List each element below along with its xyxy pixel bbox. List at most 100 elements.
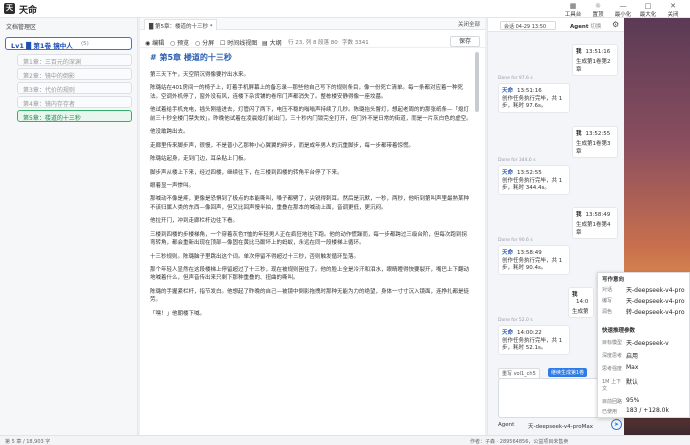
mode-split-label: 分屏 [202,40,215,47]
chapter-item[interactable]: 第1章：三百元的深渊 [17,54,132,66]
chapter-item[interactable]: 第3章：代价的规则 [17,82,132,94]
tab-bar: █ 第5章：楼道的十三秒 * 关闭全部 [140,18,485,30]
save-button[interactable]: 保存 [450,36,480,47]
agent-sub-label: 切换 [590,24,602,30]
gear-icon[interactable]: ⚙ [612,20,619,29]
message-text: 生成第 [572,309,589,315]
timeline-view-checkbox[interactable]: ☐ 时间线视图 [220,38,257,47]
sender-name: 天命 [502,170,514,176]
menu-key: 1M 上下文 [602,379,622,392]
message-time: 14:00:22 [517,330,542,336]
app-title: 天命 [19,6,38,16]
menu-value: Max [626,364,639,371]
outline-toggle[interactable]: ▤ 大纲 [262,38,282,47]
menu-value: 转-deepseek-v4-pro [626,309,685,316]
chapter-item[interactable]: 第4章：镜内存存者 [17,96,132,108]
outline-label: 大纲 [269,40,282,47]
message-time: 13:58:49 [517,250,542,256]
chapter-item-active[interactable]: 第5章：楼道的十三秒 [17,110,132,122]
message-text: 生成第1卷第2章 [576,59,611,73]
paragraph: 陈璐的手握紧栏杆，指节发白。他想起了昨晚的自己—被镜中倒影拖拽时那种无能为力的绝… [150,288,470,304]
maximize-icon: □ [644,2,652,10]
menu-value: 天-deepseek-v4-pro [626,287,685,294]
user-message: 我 13:52:55 生成第1卷第3章 [572,126,618,158]
menu-title: 写作意向 [602,277,625,283]
workbench-button[interactable]: ▦ 工具台 [560,2,586,18]
agent-bottom-bar: Agent 天-deepseek-v4-proMax ➤ [488,418,625,434]
agent-label: Agent [570,24,589,30]
message-time: 13:52:55 [517,170,542,176]
send-icon[interactable]: ➤ [611,419,622,430]
menu-value: 启用 [626,353,639,360]
word-count: 字数 3341 [342,40,369,46]
close-all-button[interactable]: 关闭全部 [458,20,480,28]
title-bar: 天 天命 ▦ 工具台 ☼ 置顶 — 最小化 □ 最大化 ✕ 关闭 [0,0,690,18]
paragraph: 眼着显一声惨叫。 [150,182,195,189]
user-message: 我14:0 生成第 [568,287,594,318]
editor-scrollbar[interactable] [475,52,479,112]
paragraph: 那喊动不像是疼，更像是恐惧到了极点的本能嘶叫，嗓子都劈了，尖锐得刺耳。然后是沉默… [150,196,470,211]
model-settings-menu: 写作意向 对话 天-deepseek-v4-pro 编写 天-deepseek-v4… [597,272,690,418]
sidebar: 文档管理区 Lv1 █ 第1卷 镜中人 (5) 第1章：三百元的深渊 第2章：镜… [0,18,138,435]
paragraph: 十三秒规则。陈璐脑子里跳出这个词。单次停留不得超过十三秒，否则触发循环坠落。 [150,253,360,260]
menu-key: 思考强度 [602,366,623,372]
mode-edit-radio[interactable]: ◉ 编辑 [145,38,164,47]
paragraph: 走廊里传来脚步声，很慢，不是普小乙那种小心翼翼的碎步，而是成年男人的沉重脚步，每… [150,142,415,149]
workbench-icon: ▦ [569,2,577,10]
agent-message: 天命 13:52:55 创作任务执行完毕，共 1 步，耗时 344.4s。 [498,165,570,195]
status-right: 作者：子森 · 289564856，公益项目未售卖 [470,439,569,445]
message-text: 创作任务执行完毕，共 1 步，耗时 344.4s。 [502,178,563,191]
agent-mode-select[interactable]: Agent 切换 [568,21,606,30]
paragraph: 那个年轻人显然在这段楼梯上停留超过了十三秒，现在被规则困住了。他的脸上全是冷汗和… [150,267,470,282]
menu-value: 183 / +128.0k [626,407,669,414]
menu-value: 95% [626,397,640,404]
sidebar-header: 文档管理区 [6,24,37,31]
message-time: 14:0 [576,299,589,305]
tab-chapter-5[interactable]: █ 第5章：楼道的十三秒 * [144,19,218,30]
document-body[interactable]: # 第5章 楼道的十三秒 第三天下午，天空阴沉得像要拧出水来。 陈璐站在401房… [150,50,472,434]
message-time: 13:51:16 [517,88,542,94]
menu-section-title: 快速推理参数 [602,328,636,334]
cursor-position: 行 23, 列 8 [288,40,317,46]
paragraph: 陈璐站起身，走到门边，耳朵贴上门板。 [150,156,250,163]
message-text: 生成第1卷第3章 [576,141,611,155]
done-duration: Done for 52.0 s [498,318,533,323]
mode-edit-label: 编辑 [152,40,165,47]
message-time: 13:58:49 [585,212,611,218]
agent-message: 天命 13:51:16 创作任务执行完毕，共 1 步，耗时 97.6s。 [498,83,570,113]
sun-icon: ☼ [594,2,602,10]
paragraph: 脚步声从楼上下来，经过四楼，继续往下，在三楼到四楼的转角平台停了下来。 [150,169,343,176]
close-button[interactable]: ✕ 关闭 [660,2,686,18]
chapter-item[interactable]: 第2章：镜中的倒影 [17,68,132,80]
agent-header: 会话 04-29 13:50 Agent 切换 ⚙ [488,18,625,32]
model-dropdown[interactable]: 天-deepseek-v4-proMax [528,422,593,430]
sender-name: 天命 [502,88,514,94]
paragraph-count: 段落 80 [318,40,338,46]
status-bar: 第 5 章 / 18,903 字 作者：子森 · 289564856，公益项目未… [0,435,690,445]
done-duration: Done for 344.6 s [498,158,536,163]
mode-split-radio[interactable]: ○ 分屏 [195,38,214,47]
continue-chip[interactable]: 继续生成第1卷 [548,368,588,377]
minimize-button[interactable]: — 最小化 [610,2,636,18]
menu-value: 天-deepseek-v4-pro [626,298,685,305]
menu-value: 默认 [626,379,639,386]
mode-preview-radio[interactable]: ○ 预览 [170,38,189,47]
message-text: 创作任务执行完毕，共 1 步，耗时 90.4s。 [502,258,563,271]
menu-key: 已使用 [602,409,618,415]
done-duration: Done for 97.6 s [498,76,533,81]
pin-button[interactable]: ☼ 置顶 [585,2,611,18]
agent-message: 天命 14:00:22 创作任务执行完毕，共 1 步，耗时 52.1s。 [498,325,570,355]
volume-item[interactable]: Lv1 █ 第1卷 镜中人 (5) [5,37,132,50]
maximize-button[interactable]: □ 最大化 [635,2,661,18]
agent-mode-dropdown[interactable]: Agent [498,422,514,428]
sender-name: 我 [572,292,578,298]
editor-toolbar: ◉ 编辑 ○ 预览 ○ 分屏 ☐ 时间线视图 ▤ 大纲 行 23, 列 8 段落… [140,34,485,48]
session-select[interactable]: 会话 04-29 13:50 [500,21,556,30]
paragraph: 他试着给手机充电，插头刚插进去，灯管闪了两下，电压不稳的嗡嗡声持续了几秒。陈璐抬… [150,107,472,122]
chapter-heading: # 第5章 楼道的十三秒 [150,53,232,62]
app-logo: 天 [4,3,15,14]
status-left: 第 5 章 / 18,903 字 [5,439,51,445]
message-text: 创作任务执行完毕，共 1 步，耗时 97.6s。 [502,96,563,109]
mode-preview-label: 预览 [177,40,190,47]
menu-key: 编写 [602,298,613,304]
